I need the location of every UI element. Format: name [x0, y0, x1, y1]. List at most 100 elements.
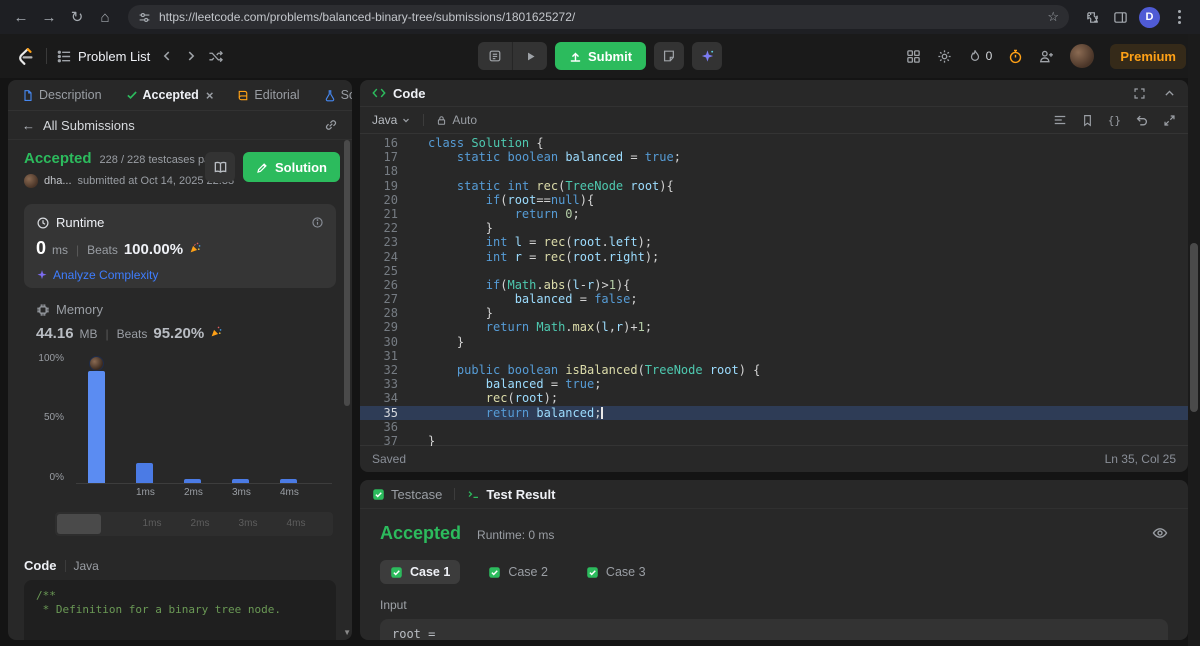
tab-testcase[interactable]: Testcase — [372, 487, 442, 502]
code-line[interactable]: 20 if(root==null){ — [360, 193, 1188, 207]
my-submission-marker — [89, 356, 104, 371]
list-icon — [57, 49, 72, 64]
problem-list-button[interactable]: Problem List — [57, 49, 150, 64]
tab-description[interactable]: Description — [18, 88, 106, 102]
browser-home-icon[interactable]: ⌂ — [92, 4, 118, 30]
browser-sidebar-icon[interactable] — [1107, 4, 1133, 30]
bookmark-star-icon[interactable]: ☆ — [1047, 9, 1059, 25]
left-panel-scrollbar[interactable] — [344, 140, 350, 406]
prev-problem-icon[interactable] — [160, 49, 174, 63]
copy-link-icon[interactable] — [324, 118, 338, 132]
timer-icon[interactable] — [1008, 49, 1023, 64]
invite-user-icon[interactable] — [1039, 49, 1054, 64]
editor-lines: 16 class Solution {17 static boolean bala… — [360, 136, 1188, 446]
code-line[interactable]: 32 public boolean isBalanced(TreeNode ro… — [360, 363, 1188, 377]
y-axis-label: 0% — [49, 472, 64, 483]
brush-thumb[interactable] — [57, 514, 101, 534]
scroll-down-arrow-icon[interactable]: ▼ — [343, 628, 351, 637]
cloud-upload-icon — [569, 50, 582, 63]
code-line[interactable]: 31 — [360, 349, 1188, 363]
browser-menu-icon[interactable] — [1166, 4, 1192, 30]
case-3-button[interactable]: Case 3 — [576, 560, 656, 584]
eye-icon[interactable] — [1152, 525, 1168, 541]
layout-grid-icon[interactable] — [906, 49, 921, 64]
runtime-card[interactable]: Runtime 0 ms | Beats 100.00% Analyze Com… — [24, 204, 336, 288]
post-solution-button[interactable]: Solution — [243, 152, 340, 182]
code-editor[interactable]: 16 class Solution {17 static boolean bala… — [360, 133, 1188, 446]
runtime-bar[interactable] — [280, 479, 297, 483]
browser-back-icon[interactable]: ← — [8, 4, 34, 30]
code-line[interactable]: 36 — [360, 420, 1188, 434]
tab-accepted[interactable]: Accepted × — [122, 88, 218, 103]
browser-forward-icon[interactable]: → — [36, 4, 62, 30]
code-line[interactable]: 23 int l = rec(root.left); — [360, 235, 1188, 249]
code-line[interactable]: 30 } — [360, 335, 1188, 349]
site-info-icon[interactable] — [138, 11, 151, 24]
auto-toggle[interactable]: Auto — [436, 113, 477, 127]
tab-solutions[interactable]: Solutions — [320, 88, 352, 102]
info-icon[interactable] — [311, 216, 324, 229]
code-line[interactable]: 19 static int rec(TreeNode root){ — [360, 179, 1188, 193]
runtime-bar[interactable] — [184, 479, 201, 483]
tab-test-result[interactable]: Test Result — [467, 487, 555, 502]
code-line[interactable]: 16 class Solution { — [360, 136, 1188, 150]
user-avatar[interactable] — [1070, 44, 1095, 68]
code-line[interactable]: 28 } — [360, 306, 1188, 320]
testcase-input-field[interactable]: root = — [380, 619, 1168, 640]
bookmark-icon[interactable] — [1081, 114, 1094, 127]
runtime-bar[interactable] — [88, 371, 105, 483]
code-line[interactable]: 35 return balanced; — [360, 405, 1188, 420]
code-line[interactable]: 22 } — [360, 221, 1188, 235]
case-2-button[interactable]: Case 2 — [478, 560, 558, 584]
ai-sparkle-icon[interactable] — [692, 42, 723, 70]
url-bar[interactable]: https://leetcode.com/problems/balanced-b… — [128, 5, 1069, 29]
streak-flame-icon[interactable]: 0 — [968, 49, 992, 63]
code-line[interactable]: 18 — [360, 164, 1188, 178]
undo-icon[interactable] — [1135, 113, 1149, 127]
reader-mode-button[interactable] — [205, 152, 235, 182]
extensions-puzzle-icon[interactable] — [1079, 4, 1105, 30]
next-problem-icon[interactable] — [184, 49, 198, 63]
notes-button[interactable] — [654, 42, 685, 70]
close-tab-icon[interactable]: × — [206, 88, 214, 103]
code-line[interactable]: 29 return Math.max(l,r)+1; — [360, 320, 1188, 334]
screen: ← → ↻ ⌂ https://leetcode.com/problems/ba… — [0, 0, 1200, 646]
window-scrollbar-thumb[interactable] — [1190, 243, 1198, 412]
memory-block[interactable]: Memory 44.16 MB | Beats 95.20% — [36, 302, 336, 342]
tab-editorial[interactable]: Editorial — [233, 88, 303, 102]
leetcode-logo-icon[interactable] — [14, 45, 36, 67]
maximize-editor-icon[interactable] — [1163, 114, 1176, 127]
braces-icon[interactable]: {} — [1108, 114, 1121, 127]
runtime-bar[interactable] — [232, 479, 249, 483]
debugger-icon[interactable] — [478, 42, 512, 70]
testcase-check-icon — [372, 488, 385, 501]
shuffle-icon[interactable] — [208, 49, 224, 64]
collapse-panel-icon[interactable] — [1163, 87, 1176, 100]
chart-brush[interactable]: 1ms 2ms 3ms 4ms — [55, 512, 333, 536]
window-scrollbar[interactable] — [1188, 34, 1200, 646]
format-code-icon[interactable] — [1053, 113, 1067, 127]
run-button[interactable] — [511, 42, 547, 70]
settings-gear-icon[interactable] — [937, 49, 952, 64]
fullscreen-icon[interactable] — [1133, 87, 1146, 100]
submit-button[interactable]: Submit — [554, 42, 647, 70]
browser-reload-icon[interactable]: ↻ — [64, 4, 90, 30]
code-line[interactable]: 25 — [360, 264, 1188, 278]
case-1-button[interactable]: Case 1 — [380, 560, 461, 584]
submitted-code-preview[interactable]: /** * Definition for a binary tree node. — [24, 580, 336, 640]
code-line[interactable]: 21 return 0; — [360, 207, 1188, 221]
runtime-bar[interactable] — [136, 463, 153, 483]
url-text[interactable]: https://leetcode.com/problems/balanced-b… — [159, 10, 1039, 24]
code-line[interactable]: 24 int r = rec(root.right); — [360, 250, 1188, 264]
language-selector[interactable]: Java — [372, 113, 411, 127]
code-line[interactable]: 33 balanced = true; — [360, 377, 1188, 391]
analyze-complexity-link[interactable]: Analyze Complexity — [36, 268, 324, 282]
code-line[interactable]: 26 if(Math.abs(l-r)>1){ — [360, 278, 1188, 292]
code-line[interactable]: 34 rec(root); — [360, 391, 1188, 405]
browser-profile-avatar[interactable]: D — [1139, 6, 1160, 28]
back-arrow-icon[interactable]: ← — [22, 118, 35, 133]
code-line[interactable]: 27 balanced = false; — [360, 292, 1188, 306]
all-submissions-link[interactable]: All Submissions — [43, 118, 135, 133]
code-line[interactable]: 17 static boolean balanced = true; — [360, 150, 1188, 164]
premium-button[interactable]: Premium — [1110, 43, 1186, 69]
